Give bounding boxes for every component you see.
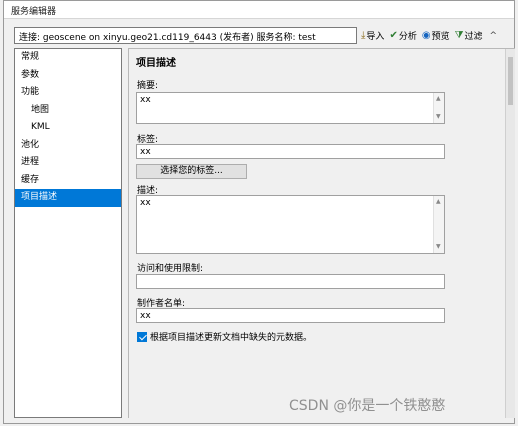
sidebar-item-caching[interactable]: 缓存 (15, 172, 121, 190)
sidebar-item-pooling[interactable]: 池化 (15, 137, 121, 155)
preview-icon: ◉ (421, 29, 431, 41)
scrollbar-thumb[interactable] (508, 57, 513, 105)
preview-button[interactable]: ◉ 预览 (422, 29, 450, 42)
choose-tags-button[interactable]: 选择您的标签... (136, 164, 247, 179)
description-textarea[interactable]: xx ▲ ▼ (136, 195, 445, 254)
import-button[interactable]: ⤓ 导入 (361, 29, 384, 42)
update-metadata-label: 根据项目描述更新文档中缺失的元数据。 (150, 333, 313, 343)
watermark: CSDN @你是一个铁憨憨 (289, 398, 446, 414)
sidebar-item-map[interactable]: 地图 (15, 102, 121, 120)
analyze-button[interactable]: ✔ 分析 (389, 29, 416, 42)
update-metadata-option[interactable]: 根据项目描述更新文档中缺失的元数据。 (137, 330, 312, 343)
scroll-up-icon[interactable]: ▲ (436, 96, 441, 102)
filter-button[interactable]: ⧩ 过滤 (455, 29, 483, 42)
panel-scrollbar[interactable] (505, 49, 515, 418)
section-title: 项目描述 (136, 58, 176, 69)
summary-label: 摘要: (137, 81, 159, 91)
preview-label: 预览 (431, 32, 450, 42)
tags-input[interactable]: xx (136, 144, 445, 159)
window-title: 服务编辑器 (11, 7, 57, 17)
title-bar: 服务编辑器 (4, 1, 514, 19)
description-text: xx (140, 198, 151, 208)
sidebar: 常规 参数 功能 地图 KML 池化 进程 缓存 项目描述 (14, 48, 122, 418)
service-editor-window: 服务编辑器 连接: geoscene on xinyu.geo21.cd119_… (3, 0, 515, 424)
collapse-icon[interactable]: ^ (490, 31, 498, 41)
access-constraints-label: 访问和使用限制: (137, 264, 204, 274)
filter-label: 过滤 (464, 32, 483, 42)
sidebar-item-capabilities[interactable]: 功能 (15, 84, 121, 102)
scroll-down-icon[interactable]: ▼ (436, 114, 441, 120)
scroll-up-icon[interactable]: ▲ (436, 199, 441, 205)
scroll-down-icon[interactable]: ▼ (436, 244, 441, 250)
sidebar-item-item-description[interactable]: 项目描述 (15, 189, 121, 207)
sidebar-item-kml[interactable]: KML (15, 119, 121, 137)
checkmark-icon: ✔ (389, 29, 398, 41)
filter-icon: ⧩ (454, 29, 464, 41)
item-description-panel: 项目描述 摘要: xx ▲ ▼ 标签: xx 选择您的标签... 描述: xx … (128, 48, 515, 418)
analyze-label: 分析 (398, 32, 417, 42)
toolbar: ⤓ 导入 ✔ 分析 ◉ 预览 ⧩ 过滤 ^ (361, 27, 497, 44)
summary-textarea[interactable]: xx ▲ ▼ (136, 92, 445, 124)
sidebar-item-parameters[interactable]: 参数 (15, 67, 121, 85)
import-label: 导入 (366, 32, 385, 42)
summary-scrollbar[interactable]: ▲ ▼ (433, 93, 444, 123)
sidebar-item-processes[interactable]: 进程 (15, 154, 121, 172)
import-icon: ⤓ (361, 29, 366, 41)
connection-info-field: 连接: geoscene on xinyu.geo21.cd119_6443 (… (14, 27, 357, 44)
access-constraints-input[interactable] (136, 274, 445, 289)
description-scrollbar[interactable]: ▲ ▼ (433, 196, 444, 253)
credits-input[interactable]: xx (136, 308, 445, 323)
update-metadata-checkbox[interactable] (137, 331, 147, 342)
sidebar-item-general[interactable]: 常规 (15, 49, 121, 67)
summary-text: xx (140, 95, 151, 105)
